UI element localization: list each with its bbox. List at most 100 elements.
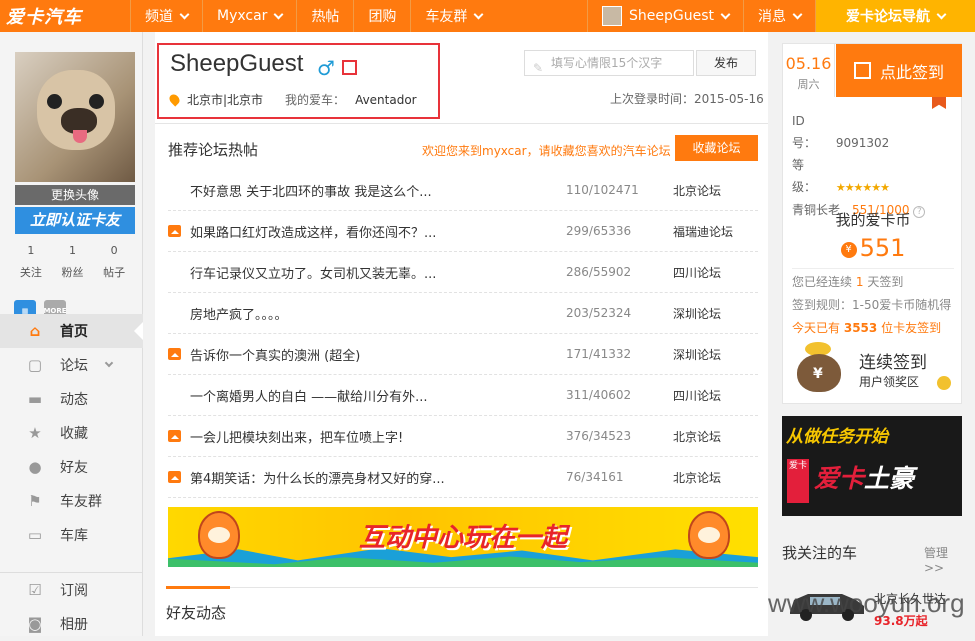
manage-link[interactable]: 管理>>	[924, 544, 962, 575]
post-forum[interactable]: 四川论坛	[673, 264, 743, 281]
stat-value: 1	[69, 244, 76, 257]
interactive-center-banner[interactable]: 互动中心玩在一起	[168, 507, 758, 567]
sidebar-item-home[interactable]: ⌂ 首页	[0, 314, 143, 348]
streak-title[interactable]: 连续签到	[859, 348, 927, 373]
ad-big-1: 爱卡	[814, 464, 865, 493]
site-logo[interactable]: 爱卡汽车	[0, 0, 130, 32]
sidebar-item-label: 相册	[60, 617, 88, 633]
chat-icon: ▬	[27, 390, 43, 408]
mood-placeholder: 填写心情限15个汉字	[551, 56, 663, 70]
post-forum[interactable]: 深圳论坛	[673, 305, 743, 322]
post-title[interactable]: 不好意思 关于北四环的事故 我是这么个...	[190, 181, 432, 200]
chevron-down-icon	[473, 9, 484, 19]
nav-carclub-label: 车友群	[425, 9, 468, 25]
sidebar-item-subscribe[interactable]: ☑ 订阅	[0, 573, 143, 607]
stat-posts[interactable]: 0 帖子	[93, 244, 135, 280]
sidebar-item-forum[interactable]: ▢ 论坛	[0, 348, 143, 382]
calendar-check-icon	[853, 62, 871, 79]
post-title[interactable]: 行车记录仪又立功了。女司机又装无辜。...	[190, 263, 436, 282]
checkin-weekday: 周六	[797, 78, 820, 91]
list-item[interactable]: 行车记录仪又立功了。女司机又装无辜。... 286/55902 四川论坛	[168, 252, 758, 293]
nav-forum-guide[interactable]: 爱卡论坛导航	[815, 0, 975, 32]
post-forum[interactable]: 北京论坛	[673, 428, 743, 445]
profile-car[interactable]: Aventador	[355, 93, 417, 107]
nav-user-menu[interactable]: SheepGuest	[587, 0, 743, 32]
post-count: 299/65336	[566, 224, 632, 238]
list-item[interactable]: 房地产疯了。。。。 203/52324 深圳论坛	[168, 293, 758, 334]
publish-button[interactable]: 发布	[696, 50, 756, 76]
nav-groupbuy[interactable]: 团购	[353, 0, 410, 32]
list-item[interactable]: 一会儿把模块刻出来，把车位喷上字! 376/34523 北京论坛	[168, 416, 758, 457]
stat-label: 关注	[19, 266, 42, 279]
level-stars: ★★★★★★	[835, 181, 890, 194]
today-prefix: 今天已有	[792, 321, 841, 335]
banner-text: 互动中心玩在一起	[358, 523, 567, 553]
sidebar-item-garage[interactable]: ▭ 车库	[0, 518, 143, 552]
nav-carclub[interactable]: 车友群	[410, 0, 496, 32]
post-title[interactable]: 一个离婚男人的自白 ——献给川分有外...	[190, 386, 428, 405]
post-count: 203/52324	[566, 306, 632, 320]
car-icon: ▭	[27, 526, 43, 544]
nav-myxcar[interactable]: Myxcar	[202, 0, 296, 32]
certify-button[interactable]: 立即认证卡友	[15, 207, 135, 234]
welcome-text: 欢迎您来到myxcar，请收藏您喜欢的汽车论坛	[422, 144, 671, 158]
list-item[interactable]: 告诉你一个真实的澳洲 (超全) 171/41332 深圳论坛	[168, 334, 758, 375]
favorite-forum-button[interactable]: 收藏论坛	[675, 135, 758, 161]
post-title[interactable]: 第4期笑话：为什么长的漂亮身材又好的穿...	[190, 468, 445, 487]
sidebar-item-friends[interactable]: ● 好友	[0, 450, 143, 484]
sidebar-item-carclub[interactable]: ⚑ 车友群	[0, 484, 143, 518]
chevron-down-icon	[936, 9, 947, 19]
post-forum[interactable]: 四川论坛	[673, 387, 743, 404]
level-label: 等 级：	[792, 158, 817, 194]
post-title[interactable]: 一会儿把模块刻出来，把车位喷上字!	[190, 427, 403, 446]
post-title[interactable]: 如果路口红灯改造成这样，看你还闯不？...	[190, 222, 436, 241]
mascot-right	[688, 511, 730, 559]
ad-big-text: 爱卡土豪	[814, 459, 914, 495]
user-stats: 1 关注 1 粉丝 0 帖子	[10, 244, 135, 280]
nav-messages[interactable]: 消息	[743, 0, 815, 32]
stat-following[interactable]: 1 关注	[10, 244, 52, 280]
sidebar-menu: ⌂ 首页 ▢ 论坛 ▬ 动态 ★ 收藏 ● 好友 ⚑ 车友群 ▭ 车库	[0, 314, 143, 552]
chevron-down-icon	[179, 9, 190, 19]
nav-hot[interactable]: 热帖	[296, 0, 353, 32]
change-avatar-button[interactable]: 更换头像	[15, 185, 135, 205]
logo-text: 爱卡汽车	[6, 7, 82, 28]
sidebar-menu-secondary: ☑ 订阅 ◙ 相册	[0, 572, 143, 641]
friends-activity-title[interactable]: 好友动态	[166, 602, 226, 623]
checkin-button[interactable]: 点此签到	[836, 44, 962, 97]
sidebar-item-favorites[interactable]: ★ 收藏	[0, 416, 143, 450]
nav-channel-label: 频道	[145, 9, 173, 25]
nav-channel[interactable]: 频道	[130, 0, 202, 32]
chevron-down-icon	[720, 9, 731, 19]
right-sidebar: 05.16 周六 点此签到 ID 号： 9091302 等 级： ★★★★★★ …	[782, 32, 962, 636]
male-gender-icon: ♂	[317, 56, 335, 80]
post-title[interactable]: 房地产疯了。。。。	[190, 304, 288, 323]
post-count: 311/40602	[566, 388, 632, 402]
coins-value: 551	[859, 234, 906, 262]
sidebar-item-label: 车库	[60, 528, 88, 544]
post-forum[interactable]: 深圳论坛	[673, 346, 743, 363]
list-item[interactable]: 第4期笑话：为什么长的漂亮身材又好的穿... 76/34161 北京论坛	[168, 457, 758, 498]
stat-fans[interactable]: 1 粉丝	[52, 244, 94, 280]
coin-icon: ¥	[840, 242, 857, 258]
date-box: 05.16 周六	[783, 44, 835, 97]
profile-avatar[interactable]	[15, 52, 135, 182]
post-count: 286/55902	[566, 265, 632, 279]
post-forum[interactable]: 北京论坛	[673, 469, 743, 486]
task-ad-banner[interactable]: 从做任务开始 爱卡 爱卡土豪	[782, 416, 962, 516]
pug-face	[37, 70, 115, 150]
sidebar-item-activity[interactable]: ▬ 动态	[0, 382, 143, 416]
list-item[interactable]: 如果路口红灯改造成这样，看你还闯不？... 299/65336 福瑞迪论坛	[168, 211, 758, 252]
post-forum[interactable]: 北京论坛	[673, 182, 743, 199]
mood-input[interactable]: ✎ 填写心情限15个汉字	[524, 50, 694, 76]
streak-subtitle[interactable]: 用户领奖区	[859, 373, 919, 390]
post-forum[interactable]: 福瑞迪论坛	[673, 223, 743, 240]
stat-label: 粉丝	[61, 266, 84, 279]
today-suffix: 位卡友签到	[881, 321, 942, 335]
list-item[interactable]: 一个离婚男人的自白 ——献给川分有外... 311/40602 四川论坛	[168, 375, 758, 416]
streak-prefix: 您已经连续	[792, 275, 853, 289]
post-title[interactable]: 告诉你一个真实的澳洲 (超全)	[190, 345, 360, 364]
watermark: www.wooyun.org	[768, 588, 965, 618]
forum-icon: ▢	[27, 356, 43, 374]
list-item[interactable]: 不好意思 关于北四环的事故 我是这么个... 110/102471 北京论坛	[168, 170, 758, 211]
